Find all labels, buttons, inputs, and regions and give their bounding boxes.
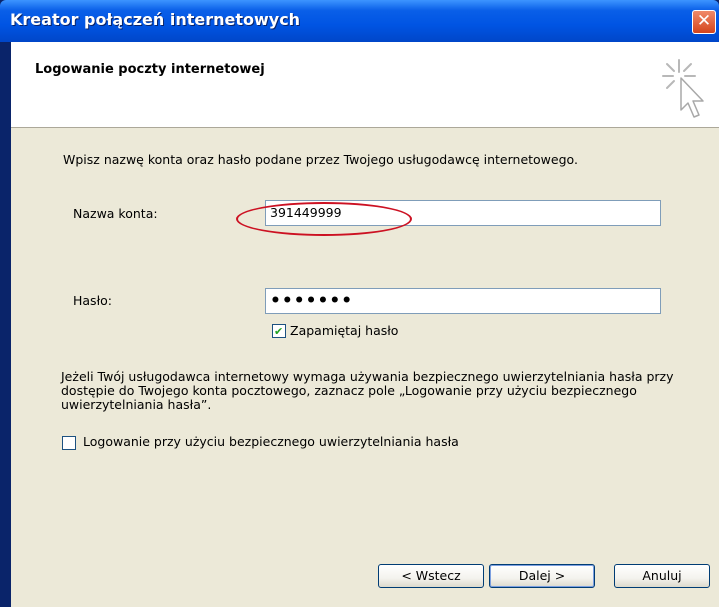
close-button[interactable]: ✕ (692, 10, 716, 34)
wizard-body: Wpisz nazwę konta oraz hasło podane prze… (11, 128, 719, 607)
cancel-button[interactable]: Anuluj (614, 564, 710, 588)
page-title: Logowanie poczty internetowej (35, 62, 265, 77)
title-bar[interactable]: Kreator połączeń internetowych ✕ (0, 0, 719, 42)
window-title: Kreator połączeń internetowych (10, 10, 301, 29)
password-label: Hasło: (73, 293, 112, 308)
back-button[interactable]: < Wstecz (378, 564, 484, 588)
spa-checkbox-label[interactable]: Logowanie przy użyciu bezpiecznego uwier… (83, 434, 459, 449)
close-icon: ✕ (696, 11, 712, 31)
checkmark-icon: ✔ (274, 325, 284, 338)
password-input[interactable]: ••••••• (265, 288, 661, 314)
spa-checkbox[interactable] (62, 436, 76, 450)
annotation-ellipse (236, 202, 412, 236)
next-button[interactable]: Dalej > (489, 564, 595, 588)
wizard-window: Kreator połączeń internetowych ✕ Logowan… (0, 0, 719, 607)
spa-info-text: Jeżeli Twój usługodawca internetowy wyma… (61, 369, 674, 412)
remember-password-checkbox[interactable]: ✔ (272, 324, 286, 338)
remember-password-label[interactable]: Zapamiętaj hasło (290, 323, 398, 338)
wizard-cursor-icon (662, 59, 704, 118)
intro-text: Wpisz nazwę konta oraz hasło podane prze… (63, 152, 578, 167)
account-name-label: Nazwa konta: (73, 206, 158, 221)
wizard-header: Logowanie poczty internetowej (11, 42, 719, 128)
